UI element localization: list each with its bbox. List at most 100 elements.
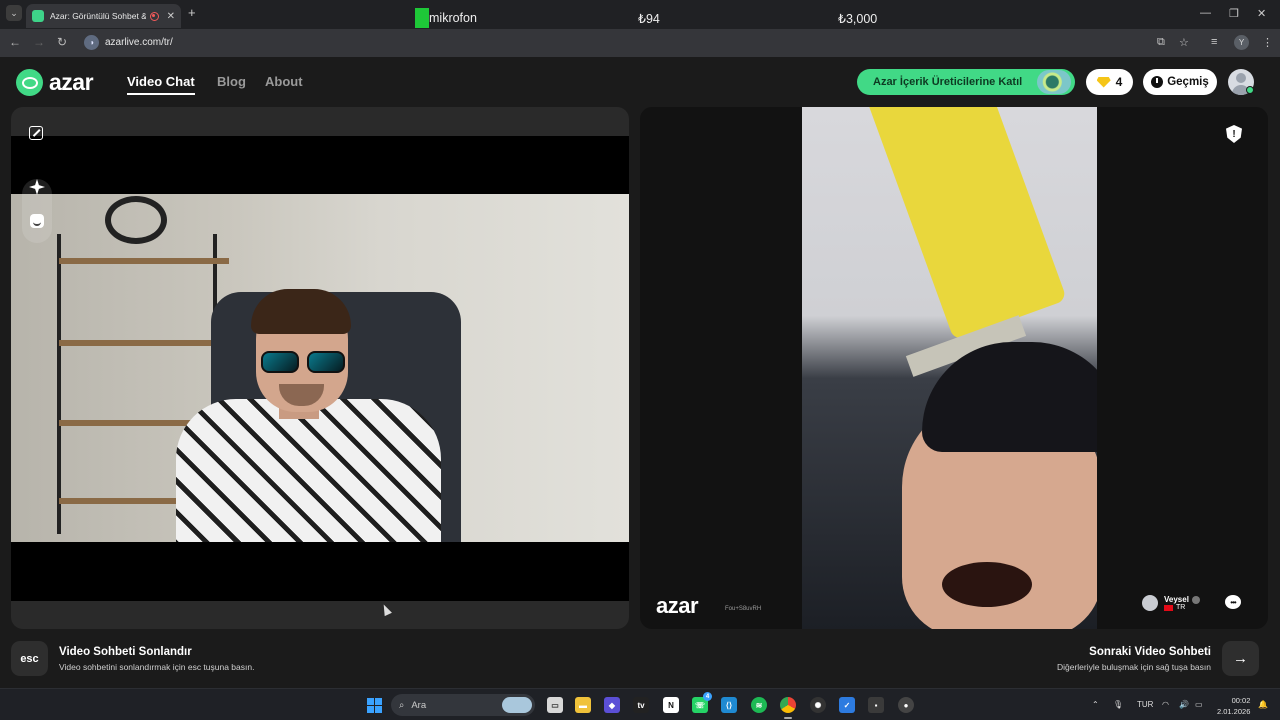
creator-join-button[interactable]: Azar İçerik Üreticilerine Katıl <box>857 69 1075 95</box>
partner-video-panel: ! azar Fou+S8uvRH Veysel TR ••• <box>640 107 1268 629</box>
creator-banner-image <box>1037 70 1071 94</box>
gems-button[interactable]: 4 <box>1086 69 1133 95</box>
chrome-icon[interactable] <box>780 697 796 719</box>
partner-name: Veysel <box>1164 595 1189 604</box>
mic-overlay: mikrofon <box>415 8 477 28</box>
tab-title: Azar: Görüntülü Sohbet & V <box>50 11 146 21</box>
azar-watermark: azar <box>656 593 699 618</box>
nav-blog[interactable]: Blog <box>217 74 246 89</box>
browser-tab-azar[interactable]: Azar: Görüntülü Sohbet & V ✕ <box>26 4 181 28</box>
gem-icon <box>1096 76 1111 88</box>
reading-list-icon[interactable]: ≡ <box>1211 36 1217 48</box>
end-chat-description: Video sohbetini sonlandırmak için esc tu… <box>59 662 255 672</box>
partner-info[interactable]: Veysel TR <box>1142 595 1200 611</box>
forward-arrow-icon[interactable]: → <box>33 35 45 49</box>
mic-label: mikrofon <box>429 11 477 25</box>
overlay-value-2: ₺3,000 <box>838 12 878 26</box>
obsidian-icon[interactable]: ◆ <box>604 697 620 713</box>
browser-profile-avatar[interactable]: Y <box>1234 35 1249 50</box>
spotify-icon[interactable]: ≋ <box>751 697 767 713</box>
creator-join-label: Azar İçerik Üreticilerine Katıl <box>873 76 1023 88</box>
terminal-icon[interactable]: ▪ <box>868 697 884 713</box>
recording-indicator-icon <box>149 11 159 21</box>
clock-icon <box>1151 76 1164 88</box>
browser-tab-bar: ⌄ Azar: Görüntülü Sohbet & V ✕ + mikrofo… <box>0 0 1280 29</box>
end-chat-title: Video Sohbeti Sonlandır <box>59 646 192 658</box>
mic-level-bar <box>415 8 429 28</box>
volume-icon[interactable]: 🔊 <box>1179 700 1189 709</box>
notion-icon[interactable]: N <box>663 697 679 713</box>
end-chat-esc-button[interactable]: esc <box>11 641 48 676</box>
shelf <box>59 340 229 346</box>
wifi-icon[interactable]: ◠ <box>1162 700 1169 709</box>
watermark-id: Fou+S8uvRH <box>725 606 762 612</box>
task-view-icon[interactable]: ▭ <box>547 697 563 713</box>
history-button[interactable]: Geçmiş <box>1143 69 1217 95</box>
next-chat-title: Sonraki Video Sohbeti <box>1089 646 1211 658</box>
logo-text: azar <box>49 69 94 95</box>
azar-logo-mark-icon <box>16 69 43 96</box>
sunglasses <box>259 351 347 373</box>
close-window-icon[interactable]: ✕ <box>1257 7 1266 20</box>
windows-taskbar: ⌕ Ara ▭ ▬ ◆ tv N ☏ 4 ⟨⟩ ≋ ✺ ✓ ▪ ● ⌃ 🎙 TUR… <box>0 688 1280 720</box>
windows-start-icon[interactable] <box>367 698 382 713</box>
verified-badge-icon <box>1191 595 1200 604</box>
nav-about[interactable]: About <box>265 74 303 89</box>
tray-chevron-icon[interactable]: ⌃ <box>1092 700 1099 709</box>
next-chat-arrow-button[interactable]: → <box>1222 641 1259 676</box>
whatsapp-icon[interactable]: ☏ 4 <box>692 692 712 713</box>
install-app-icon[interactable]: ⧉ <box>1157 36 1165 49</box>
partner-mouth <box>942 562 1032 607</box>
vscode-icon[interactable]: ⟨⟩ <box>721 697 737 713</box>
search-icon: ⌕ <box>399 699 405 711</box>
restore-window-icon[interactable]: ❐ <box>1229 7 1239 20</box>
clock-date: 2.01.2026 <box>1217 707 1251 716</box>
chatgpt-icon[interactable]: ✺ <box>810 697 826 713</box>
minimize-window-icon[interactable]: — <box>1200 7 1211 19</box>
self-video-panel <box>11 107 629 629</box>
search-highlight-image <box>502 697 532 713</box>
reload-icon[interactable]: ↻ <box>57 35 67 49</box>
history-label: Geçmiş <box>1167 76 1209 88</box>
input-language[interactable]: TUR <box>1137 700 1153 709</box>
taskbar-search-label: Ara <box>411 699 427 711</box>
tab-search-button[interactable]: ⌄ <box>6 5 22 21</box>
person-shirt <box>176 399 441 542</box>
taskbar-search[interactable]: ⌕ Ara <box>391 694 535 716</box>
system-clock[interactable]: 00:02 2.01.2026 <box>1217 695 1250 717</box>
person-hair <box>251 289 351 334</box>
chat-bubble-icon[interactable]: ••• <box>1225 595 1241 609</box>
nav-video-chat[interactable]: Video Chat <box>127 74 195 95</box>
partner-country: TR <box>1176 604 1186 611</box>
report-shield-icon[interactable]: ! <box>1226 125 1242 143</box>
site-info-icon[interactable]: ◑ <box>84 35 99 50</box>
azar-logo[interactable]: azar <box>16 69 94 96</box>
browser-menu-icon[interactable]: ⋮ <box>1262 36 1273 49</box>
face-sticker-icon[interactable] <box>30 214 44 228</box>
gem-count: 4 <box>1115 75 1123 89</box>
turkey-flag-icon <box>1164 604 1173 611</box>
online-status-dot <box>1246 86 1254 94</box>
microphone-icon[interactable]: 🎙 <box>1113 700 1123 709</box>
url-field[interactable]: azarlive.com/tr/ <box>105 37 173 48</box>
azar-favicon-icon <box>32 10 44 22</box>
yellow-bottle <box>862 107 1068 341</box>
partner-avatar <box>1142 595 1158 611</box>
tab-close-icon[interactable]: ✕ <box>167 11 175 22</box>
shelf <box>59 258 229 264</box>
todo-icon[interactable]: ✓ <box>839 697 855 713</box>
file-explorer-icon[interactable]: ▬ <box>575 697 591 713</box>
back-arrow-icon[interactable]: ← <box>9 35 21 49</box>
apple-tv-icon[interactable]: tv <box>633 697 649 713</box>
bookmark-star-icon[interactable]: ☆ <box>1179 36 1189 49</box>
notification-bell-icon[interactable]: 🔔 <box>1258 700 1268 709</box>
expand-icon[interactable] <box>29 126 43 140</box>
azar-page: azar Video Chat Blog About Azar İçerik Ü… <box>0 57 1280 688</box>
battery-icon[interactable]: ▭ <box>1195 700 1203 709</box>
partner-video-feed <box>802 107 1097 629</box>
obs-icon[interactable]: ● <box>898 697 914 713</box>
shelf-post <box>57 234 61 534</box>
self-video-feed <box>11 136 629 601</box>
new-tab-button[interactable]: + <box>188 5 196 20</box>
steering-wheel <box>105 196 167 244</box>
